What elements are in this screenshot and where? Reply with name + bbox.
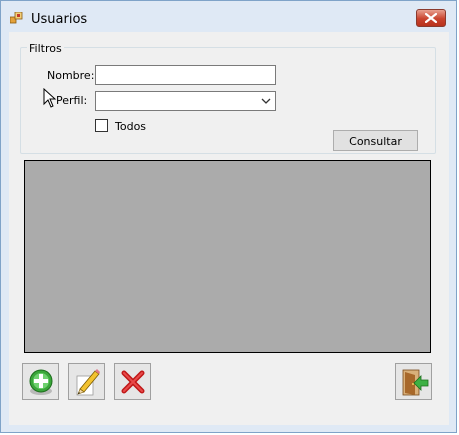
close-icon [425,13,437,23]
usuarios-window: Usuarios Filtros Nombre: Perfil: Todos C… [0,0,457,433]
todos-checkbox[interactable] [95,119,108,132]
exit-button[interactable] [395,363,432,400]
exit-icon [402,369,429,396]
consultar-button[interactable]: Consultar [333,130,418,151]
form-client-area: Filtros Nombre: Perfil: Todos Consultar [9,32,449,425]
window-title: Usuarios [31,12,88,27]
add-icon [29,369,53,395]
perfil-combobox[interactable] [95,91,276,111]
close-button[interactable] [416,9,446,27]
title-bar[interactable]: Usuarios [1,1,456,33]
mouse-cursor-icon [43,88,57,108]
nombre-label: Nombre: [47,69,95,82]
chevron-down-icon [261,98,271,104]
todos-label: Todos [115,120,147,133]
add-button[interactable] [22,363,59,400]
delete-button[interactable] [114,363,151,400]
filters-group-label: Filtros [27,42,64,55]
delete-icon [121,370,145,394]
edit-button[interactable] [68,363,105,400]
app-icon [9,11,24,24]
edit-icon [76,369,100,396]
usuarios-data-grid[interactable] [24,160,431,353]
perfil-label: Perfil: [56,94,88,107]
nombre-input[interactable] [95,65,276,85]
